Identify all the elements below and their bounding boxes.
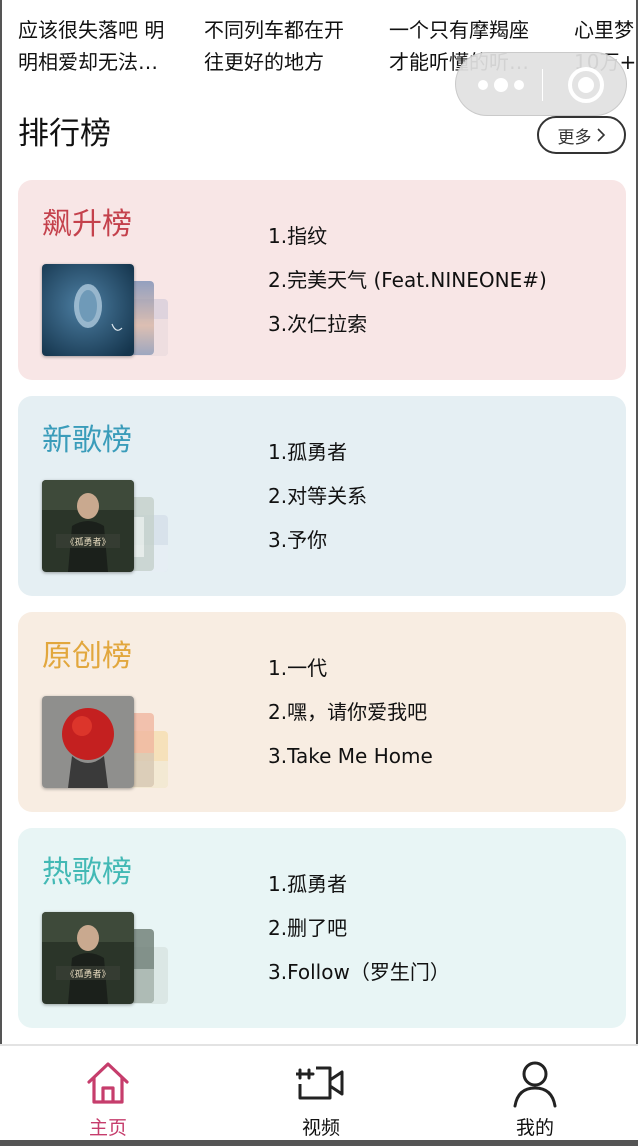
chart-title: 飙升榜: [42, 207, 132, 242]
cover-stack: [42, 696, 172, 791]
playlist-title-line1: 不同列车都在开: [204, 18, 344, 42]
user-icon: [513, 1061, 557, 1108]
cover-stack: [42, 264, 172, 359]
song-list: 1.指纹 2.完美天气 (Feat.NINEONE#) 3.次仁拉索: [268, 214, 547, 346]
playlist-title-line2: 往更好的地方: [204, 50, 324, 74]
song-item[interactable]: 2.删了吧: [268, 906, 450, 950]
ellipsis-icon[interactable]: [478, 73, 536, 97]
capsule-divider: [542, 69, 543, 101]
chart-title: 新歌榜: [42, 423, 132, 458]
home-icon: [87, 1062, 129, 1104]
chart-title: 热歌榜: [42, 855, 132, 890]
more-button-label: 更多: [557, 127, 592, 148]
more-button[interactable]: 更多: [537, 116, 626, 154]
tab-label: 视频: [301, 1117, 340, 1139]
cover-stack: 《孤勇者》: [42, 912, 172, 1007]
album-cover: 《孤勇者》: [42, 912, 134, 1004]
playlist-title-line1: 应该很失落吧 明: [18, 18, 165, 42]
song-item[interactable]: 3.Follow（罗生门）: [268, 950, 450, 994]
album-cover: 《孤勇者》: [42, 480, 134, 572]
song-list: 1.一代 2.嘿，请你爱我吧 3.Take Me Home: [268, 646, 433, 778]
svg-text:《孤勇者》: 《孤勇者》: [65, 536, 110, 548]
album-cover: [42, 264, 134, 356]
chart-card-soaring[interactable]: 飙升榜 1.指纹 2.完美天气 (Feat.NINEONE#) 3.次仁拉索: [18, 180, 626, 380]
playlist-title-line1: 一个只有摩羯座: [389, 18, 529, 42]
target-icon[interactable]: [568, 67, 604, 103]
playlist-title-line1: 心里梦: [574, 18, 634, 42]
chart-title: 原创榜: [42, 639, 132, 674]
section-title: 排行榜: [18, 116, 111, 152]
window-border-left: [0, 0, 2, 1146]
playlist-item[interactable]: 不同列车都在开 往更好的地方: [204, 14, 376, 78]
song-list: 1.孤勇者 2.对等关系 3.予你: [268, 430, 367, 562]
song-item[interactable]: 1.孤勇者: [268, 430, 367, 474]
cover-stack: 《孤勇者》: [42, 480, 172, 575]
song-item[interactable]: 2.嘿，请你爱我吧: [268, 690, 433, 734]
tab-bar: 主页 视频 我的: [0, 1044, 638, 1140]
chart-card-new-songs[interactable]: 新歌榜 《孤勇者》 1.孤勇者 2.对等关系 3.予你: [18, 396, 626, 596]
song-item[interactable]: 1.孤勇者: [268, 862, 450, 906]
song-item[interactable]: 3.Take Me Home: [268, 734, 433, 778]
tab-me[interactable]: 我的: [480, 1058, 590, 1142]
tab-label: 主页: [88, 1117, 127, 1139]
playlist-title-line2: 明相爱却无法…: [18, 50, 158, 74]
song-item[interactable]: 3.次仁拉索: [268, 302, 547, 346]
miniprogram-capsule: [455, 52, 627, 116]
song-list: 1.孤勇者 2.删了吧 3.Follow（罗生门）: [268, 862, 450, 994]
chevron-right-icon: [596, 128, 605, 142]
tab-home[interactable]: 主页: [53, 1058, 163, 1142]
chart-card-hot-songs[interactable]: 热歌榜 《孤勇者》 1.孤勇者 2.删了吧 3.Follow（罗生门）: [18, 828, 626, 1028]
song-item[interactable]: 1.指纹: [268, 214, 547, 258]
song-item[interactable]: 2.完美天气 (Feat.NINEONE#): [268, 258, 547, 302]
chart-card-original[interactable]: 原创榜 1.一代 2.嘿，请你爱我吧 3.Take Me Home: [18, 612, 626, 812]
album-cover: [42, 696, 134, 788]
window-border-bottom: [0, 1140, 638, 1146]
playlist-item[interactable]: 应该很失落吧 明 明相爱却无法…: [18, 14, 190, 78]
song-item[interactable]: 2.对等关系: [268, 474, 367, 518]
song-item[interactable]: 3.予你: [268, 518, 367, 562]
tab-video[interactable]: 视频: [266, 1058, 376, 1142]
song-item[interactable]: 1.一代: [268, 646, 433, 690]
video-add-icon: [296, 1066, 344, 1100]
svg-text:《孤勇者》: 《孤勇者》: [65, 968, 110, 980]
tab-label: 我的: [515, 1117, 554, 1139]
